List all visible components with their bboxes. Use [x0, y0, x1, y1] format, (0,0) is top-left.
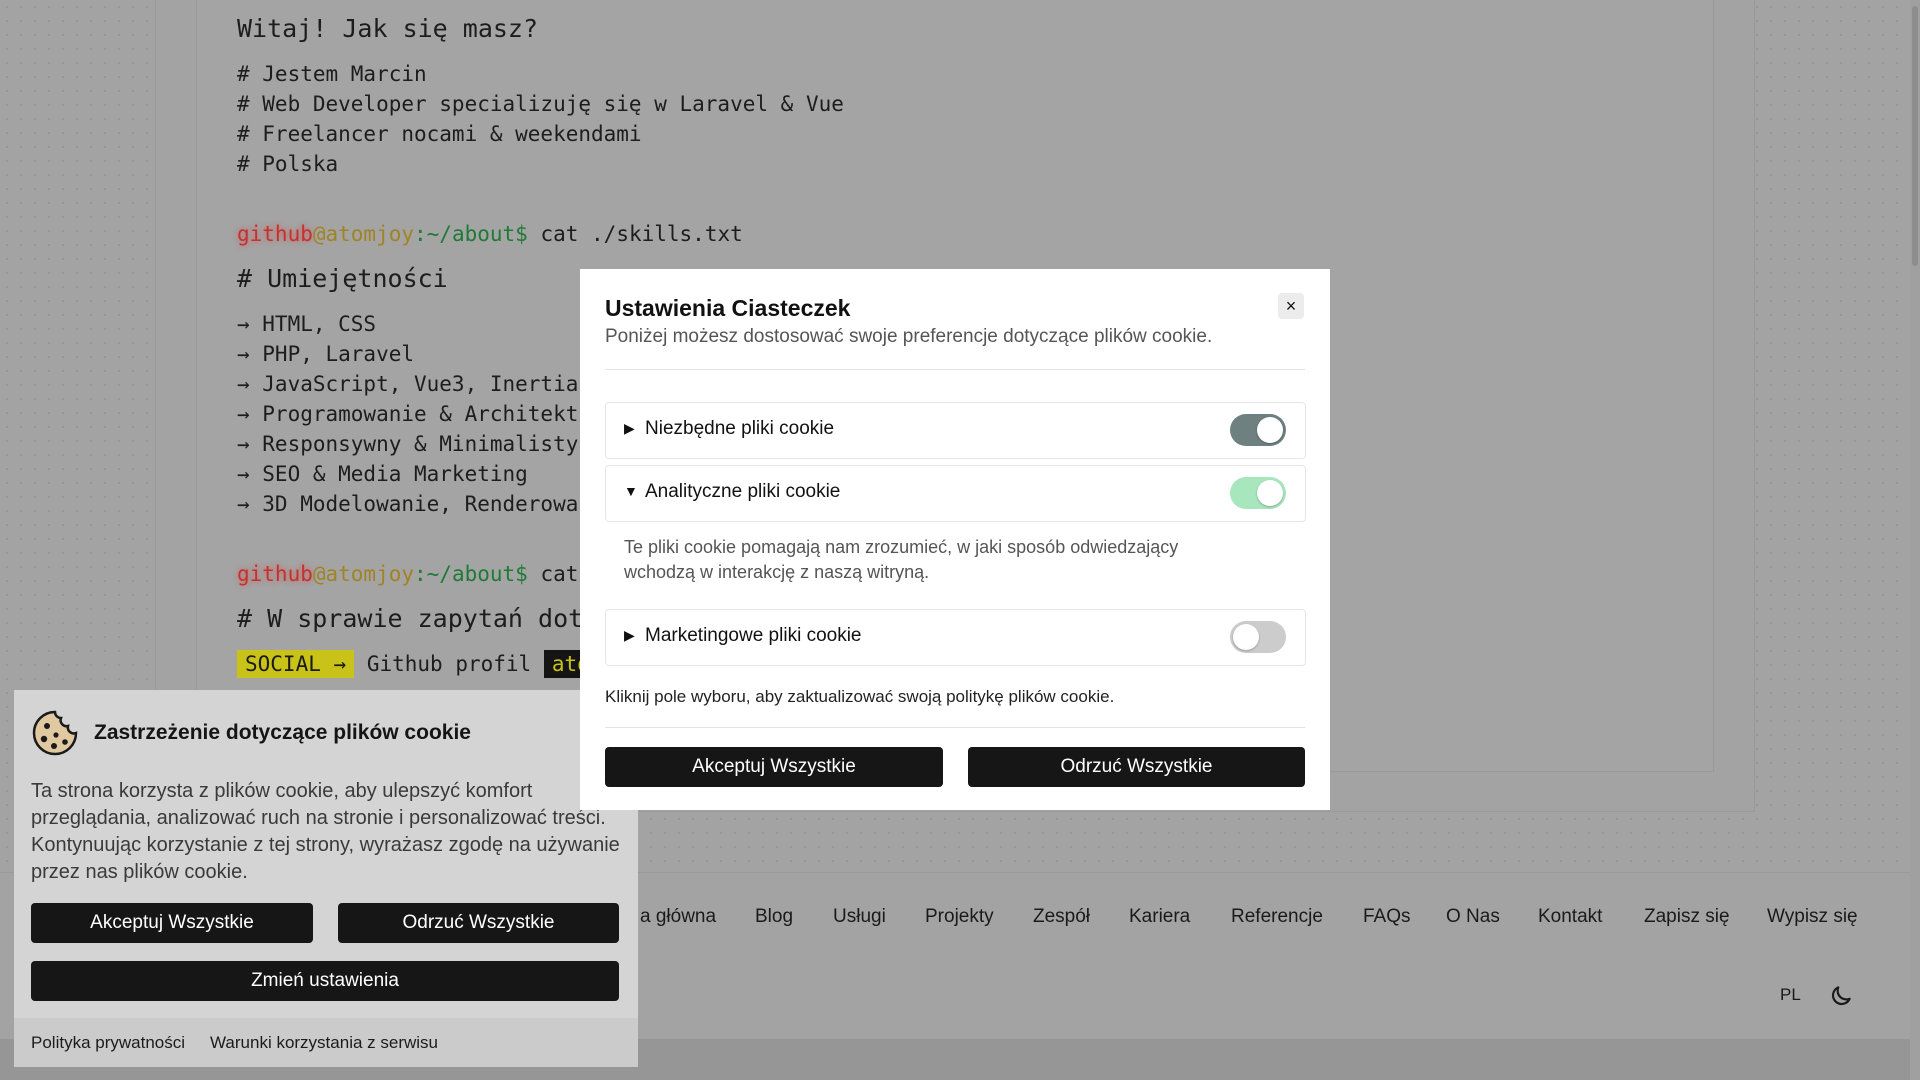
footer-link-career[interactable]: Kariera: [1129, 906, 1190, 928]
footer-link-references[interactable]: Referencje: [1231, 906, 1323, 928]
prompt-host: @atomjoy: [312, 562, 415, 586]
prompt-line-2: github@atomjoy:~/about$ cat .: [237, 562, 604, 586]
footer-link-faqs[interactable]: FAQs: [1363, 906, 1411, 928]
prompt-user: github: [237, 562, 313, 586]
cookie-settings-modal: Ustawienia Ciasteczek Poniżej możesz dos…: [580, 269, 1330, 810]
close-icon[interactable]: ×: [1278, 293, 1304, 319]
banner-footer: Polityka prywatności Warunki korzystania…: [14, 1018, 638, 1067]
category-label: Niezbędne pliki cookie: [645, 418, 835, 439]
footer-link-team[interactable]: Zespół: [1033, 906, 1090, 928]
skill-item: → 3D Modelowanie, Renderowani: [237, 492, 604, 516]
terms-link[interactable]: Warunki korzystania z serwisu: [210, 1033, 438, 1053]
banner-accept-button[interactable]: Akceptuj Wszystkie: [31, 903, 313, 943]
skill-item: → SEO & Media Marketing: [237, 462, 528, 486]
banner-reject-button[interactable]: Odrzuć Wszystkie: [338, 903, 619, 943]
skill-item: → Responsywny & Minimalistycz: [237, 432, 604, 456]
moon-icon[interactable]: [1828, 983, 1854, 1009]
prompt-path: :~/about$: [414, 222, 528, 246]
banner-settings-button[interactable]: Zmień ustawienia: [31, 961, 619, 1001]
category-label: Analityczne pliki cookie: [645, 481, 841, 502]
modal-subtitle: Poniżej możesz dostosować swoje preferen…: [605, 326, 1213, 347]
modal-accept-button[interactable]: Akceptuj Wszystkie: [605, 747, 943, 787]
chevron-down-icon: ▼: [624, 483, 638, 499]
banner-text: Ta strona korzysta z plików cookie, aby …: [31, 780, 620, 883]
about-line: # Web Developer specializuję się w Larav…: [237, 92, 844, 116]
divider: [605, 369, 1305, 370]
prompt-line-1: github@atomjoy:~/about$ cat ./skills.txt: [237, 222, 743, 246]
footer-link-unsubscribe[interactable]: Wypisz się: [1767, 906, 1858, 928]
skill-item: → Programowanie & Architektur: [237, 402, 604, 426]
toggle-marketing[interactable]: [1230, 621, 1286, 653]
skill-item: → PHP, Laravel: [237, 342, 415, 366]
modal-reject-button[interactable]: Odrzuć Wszystkie: [968, 747, 1305, 787]
contact-heading: # W sprawie zapytań doty: [237, 604, 599, 633]
prompt-command: cat ./skills.txt: [527, 222, 743, 246]
category-analytics[interactable]: ▼ Analityczne pliki cookie: [605, 465, 1306, 522]
privacy-policy-link[interactable]: Polityka prywatności: [31, 1033, 185, 1053]
social-line: SOCIAL → Github profil atom: [237, 650, 611, 678]
modal-note: Kliknij pole wyboru, aby zaktualizować s…: [605, 687, 1115, 706]
greeting: Witaj! Jak się masz?: [237, 14, 539, 43]
github-profile-label: Github profil: [366, 652, 532, 676]
chevron-right-icon: ▶: [624, 420, 635, 436]
footer-link-services[interactable]: Usługi: [833, 906, 886, 928]
footer-link-about[interactable]: O Nas: [1446, 906, 1500, 928]
toggle-necessary[interactable]: [1230, 414, 1286, 446]
category-marketing[interactable]: ▶ Marketingowe pliki cookie: [605, 609, 1306, 666]
about-line: # Polska: [237, 152, 339, 176]
category-necessary[interactable]: ▶ Niezbędne pliki cookie: [605, 402, 1306, 459]
about-line: # Freelancer nocami & weekendami: [237, 122, 642, 146]
about-line: # Jestem Marcin: [237, 62, 427, 86]
prompt-path: :~/about$: [414, 562, 528, 586]
prompt-user: github: [237, 222, 313, 246]
footer-link-projects[interactable]: Projekty: [925, 906, 994, 928]
footer-link-home[interactable]: a główna: [640, 906, 716, 928]
footer-link-subscribe[interactable]: Zapisz się: [1644, 906, 1730, 928]
skill-item: → HTML, CSS: [237, 312, 377, 336]
footer-link-blog[interactable]: Blog: [755, 906, 793, 928]
cookie-banner: Zastrzeżenie dotyczące plików cookie Ta …: [14, 690, 638, 1067]
prompt-host: @atomjoy: [312, 222, 415, 246]
page-scrollbar[interactable]: [1910, 0, 1920, 1080]
modal-title: Ustawienia Ciasteczek: [605, 295, 851, 321]
cookie-icon: [32, 710, 78, 756]
category-label: Marketingowe pliki cookie: [645, 625, 862, 646]
divider: [605, 727, 1305, 728]
chevron-right-icon: ▶: [624, 627, 635, 643]
toggle-analytics[interactable]: [1230, 477, 1286, 509]
banner-title: Zastrzeżenie dotyczące plików cookie: [94, 721, 471, 744]
social-badge: SOCIAL →: [237, 650, 355, 678]
language-switcher[interactable]: PL: [1780, 985, 1801, 1005]
skill-item: → JavaScript, Vue3, Inertia: [237, 372, 579, 396]
analytics-description: Te pliki cookie pomagają nam zrozumieć, …: [624, 537, 1179, 582]
skills-heading: # Umiejętności: [237, 264, 448, 293]
scrollbar-thumb[interactable]: [1912, 6, 1918, 266]
footer-link-contact[interactable]: Kontakt: [1538, 906, 1602, 928]
